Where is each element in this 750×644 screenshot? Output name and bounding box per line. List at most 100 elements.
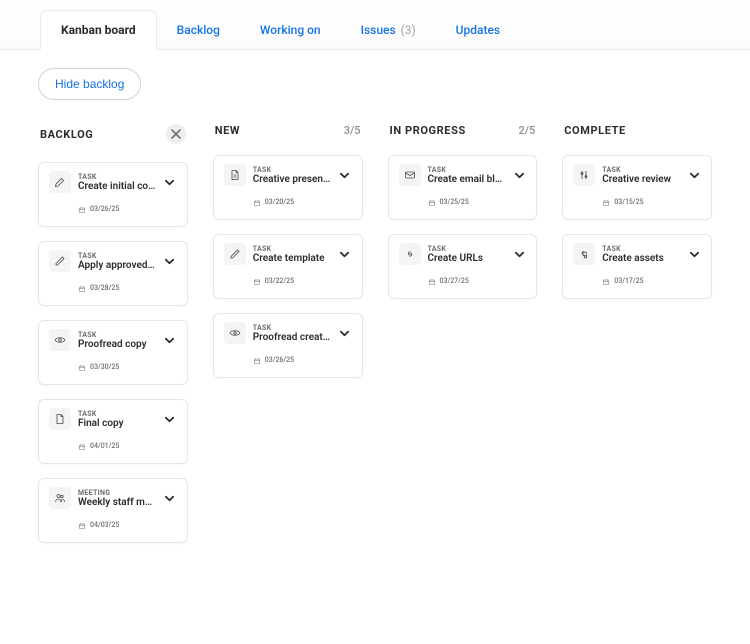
chevron-down-icon	[165, 178, 174, 187]
column-in-progress: IN PROGRESS 2/5 TASK Create email blast …	[388, 118, 538, 644]
expand-card-button[interactable]	[163, 178, 177, 187]
card-date: 03/20/25	[265, 198, 294, 206]
task-card[interactable]: MEETING Weekly staff meeting 04/03/25	[38, 478, 188, 543]
chevron-down-icon	[165, 494, 174, 503]
sliders-icon	[573, 164, 595, 186]
calendar-icon	[78, 357, 86, 376]
pencil-icon	[49, 250, 71, 272]
calendar-icon	[78, 199, 86, 218]
expand-card-button[interactable]	[163, 336, 177, 345]
toolbar: Hide backlog	[0, 50, 750, 118]
task-card[interactable]: TASK Proofread copy 03/30/25	[38, 320, 188, 385]
tab-issues[interactable]: Issues (3)	[341, 11, 436, 49]
card-type-label: TASK	[253, 324, 331, 332]
card-type-label: TASK	[428, 166, 506, 174]
card-date: 03/26/25	[265, 356, 294, 364]
tab-working-on[interactable]: Working on	[240, 11, 341, 49]
expand-card-button[interactable]	[163, 415, 177, 424]
card-title: Apply approved edits	[78, 260, 156, 271]
task-card[interactable]: TASK Creative presentation 03/20/25	[213, 155, 363, 220]
tab-backlog[interactable]: Backlog	[157, 11, 240, 49]
eye-icon	[224, 322, 246, 344]
card-title: Create template	[253, 253, 331, 264]
column-backlog-title: BACKLOG	[40, 128, 93, 141]
card-type-label: TASK	[428, 245, 506, 253]
task-card[interactable]: TASK Create URLs 03/27/25	[388, 234, 538, 299]
hide-backlog-button[interactable]: Hide backlog	[38, 68, 141, 100]
expand-card-button[interactable]	[163, 257, 177, 266]
card-date: 04/01/25	[90, 442, 119, 450]
expand-card-button[interactable]	[512, 171, 526, 180]
column-in-progress-title: IN PROGRESS	[390, 124, 466, 137]
calendar-icon	[428, 271, 436, 290]
close-icon	[171, 129, 181, 139]
card-type-label: TASK	[602, 166, 680, 174]
tab-kanban[interactable]: Kanban board	[40, 10, 157, 50]
link-icon	[399, 243, 421, 265]
calendar-icon	[428, 192, 436, 211]
card-type-label: TASK	[78, 252, 156, 260]
card-title: Proofread copy	[78, 339, 156, 350]
expand-card-button[interactable]	[687, 250, 701, 259]
expand-card-button[interactable]	[338, 171, 352, 180]
card-type-label: TASK	[253, 245, 331, 253]
chevron-down-icon	[340, 171, 349, 180]
column-in-progress-count: 2/5	[518, 124, 535, 137]
chevron-down-icon	[690, 171, 699, 180]
tab-updates[interactable]: Updates	[436, 11, 520, 49]
task-card[interactable]: TASK Proofread creative 03/26/25	[213, 313, 363, 378]
card-date: 03/28/25	[90, 284, 119, 292]
expand-card-button[interactable]	[338, 250, 352, 259]
card-title: Create email blast copy	[428, 174, 506, 185]
card-type-label: TASK	[253, 166, 331, 174]
calendar-icon	[602, 271, 610, 290]
chevron-down-icon	[340, 250, 349, 259]
card-date: 03/30/25	[90, 363, 119, 371]
pencil-icon	[224, 243, 246, 265]
calendar-icon	[253, 192, 261, 211]
card-type-label: TASK	[78, 331, 156, 339]
card-type-label: TASK	[602, 245, 680, 253]
card-title: Create URLs	[428, 253, 506, 264]
card-title: Creative presentation	[253, 174, 331, 185]
wrench-icon	[573, 243, 595, 265]
expand-card-button[interactable]	[338, 329, 352, 338]
calendar-icon	[602, 192, 610, 211]
card-date: 03/17/25	[614, 277, 643, 285]
task-card[interactable]: TASK Create template 03/22/25	[213, 234, 363, 299]
card-type-label: TASK	[78, 410, 156, 418]
close-backlog-button[interactable]	[166, 124, 186, 144]
task-card[interactable]: TASK Create email blast copy 03/25/25	[388, 155, 538, 220]
calendar-icon	[78, 278, 86, 297]
chevron-down-icon	[340, 329, 349, 338]
card-date: 04/03/25	[90, 521, 119, 529]
card-title: Creative review	[602, 174, 680, 185]
tab-issues-count: (3)	[401, 23, 416, 37]
task-card[interactable]: TASK Final copy 04/01/25	[38, 399, 188, 464]
card-date: 03/25/25	[440, 198, 469, 206]
tab-bar: Kanban board Backlog Working on Issues (…	[0, 0, 750, 50]
chevron-down-icon	[515, 171, 524, 180]
card-date: 03/22/25	[265, 277, 294, 285]
expand-card-button[interactable]	[512, 250, 526, 259]
column-new-count: 3/5	[344, 124, 361, 137]
card-date: 03/26/25	[90, 205, 119, 213]
task-card[interactable]: TASK Creative review 03/15/25	[562, 155, 712, 220]
calendar-icon	[78, 515, 86, 534]
calendar-icon	[253, 350, 261, 369]
tab-issues-label: Issues	[361, 23, 396, 37]
expand-card-button[interactable]	[163, 494, 177, 503]
task-card[interactable]: TASK Apply approved edits 03/28/25	[38, 241, 188, 306]
file-lines-icon	[224, 164, 246, 186]
column-complete: COMPLETE TASK Creative review 03/15/25	[562, 118, 712, 644]
file-icon	[49, 408, 71, 430]
column-new: NEW 3/5 TASK Creative presentation 03/20…	[213, 118, 363, 644]
people-icon	[49, 487, 71, 509]
task-card[interactable]: TASK Create initial copy 03/26/25	[38, 162, 188, 227]
column-backlog: BACKLOG TASK Create initial copy 03/26/2…	[38, 118, 188, 644]
kanban-board: BACKLOG TASK Create initial copy 03/26/2…	[0, 118, 750, 644]
calendar-icon	[253, 271, 261, 290]
chevron-down-icon	[165, 257, 174, 266]
expand-card-button[interactable]	[687, 171, 701, 180]
task-card[interactable]: TASK Create assets 03/17/25	[562, 234, 712, 299]
